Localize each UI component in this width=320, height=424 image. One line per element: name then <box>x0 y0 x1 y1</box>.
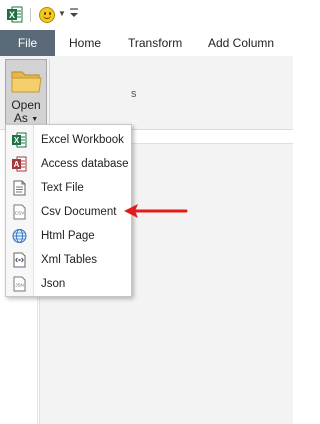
menu-item-label: Xml Tables <box>41 254 98 266</box>
csv-icon: CSV <box>13 204 26 220</box>
svg-text:X: X <box>9 10 15 20</box>
menu-item-json[interactable]: JSN Json <box>6 272 131 296</box>
customize-toolbar-icon[interactable] <box>70 7 78 22</box>
menu-item-label: Html Page <box>41 230 95 242</box>
caret-down-icon: ▼ <box>31 116 39 123</box>
ribbon-tabs: File Home Transform Add Column <box>0 30 293 56</box>
tab-file[interactable]: File <box>0 30 55 56</box>
text-file-icon <box>13 180 26 196</box>
open-as-menu: X Excel Workbook A Access database Text … <box>5 124 132 297</box>
quick-access-toolbar: X ▼ <box>0 0 293 30</box>
menu-item-access-database[interactable]: A Access database <box>6 152 131 176</box>
tab-add-column[interactable]: Add Column <box>208 30 274 56</box>
svg-text:CSV: CSV <box>15 211 25 216</box>
menu-item-html-page[interactable]: Html Page <box>6 224 131 248</box>
menu-item-label: Json <box>41 278 66 290</box>
json-icon: JSN <box>13 276 26 292</box>
svg-text:A: A <box>14 160 20 169</box>
chevron-down-icon[interactable]: ▼ <box>58 9 66 18</box>
menu-item-excel-workbook[interactable]: X Excel Workbook <box>6 128 131 152</box>
toolbar-separator <box>30 8 31 22</box>
excel-app-icon: X <box>7 6 23 23</box>
globe-icon <box>12 229 27 243</box>
svg-text:X: X <box>14 136 20 145</box>
svg-text:JSN: JSN <box>15 283 23 288</box>
menu-item-label: Excel Workbook <box>41 134 124 146</box>
ribbon-divider <box>49 59 50 125</box>
menu-item-text-file[interactable]: Text File <box>6 176 131 200</box>
red-arrow-annotation <box>124 204 188 218</box>
access-icon: A <box>12 156 27 172</box>
menu-item-xml-tables[interactable]: Xml Tables <box>6 248 131 272</box>
xml-icon <box>13 252 26 268</box>
ribbon: Open As ▼ <box>0 56 293 130</box>
menu-item-label: Csv Document <box>41 206 117 218</box>
smiley-icon[interactable] <box>39 7 55 23</box>
tab-transform[interactable]: Transform <box>128 30 182 56</box>
obscured-text: s <box>131 88 137 100</box>
folder-icon <box>11 71 42 93</box>
open-as-button[interactable]: Open As ▼ <box>5 59 47 127</box>
menu-item-label: Access database <box>41 158 129 170</box>
menu-item-label: Text File <box>41 182 84 194</box>
open-as-label-as: As <box>13 111 28 125</box>
menu-item-csv-document[interactable]: CSV Csv Document <box>6 200 131 224</box>
tab-home[interactable]: Home <box>69 30 101 56</box>
excel-icon: X <box>12 132 27 148</box>
